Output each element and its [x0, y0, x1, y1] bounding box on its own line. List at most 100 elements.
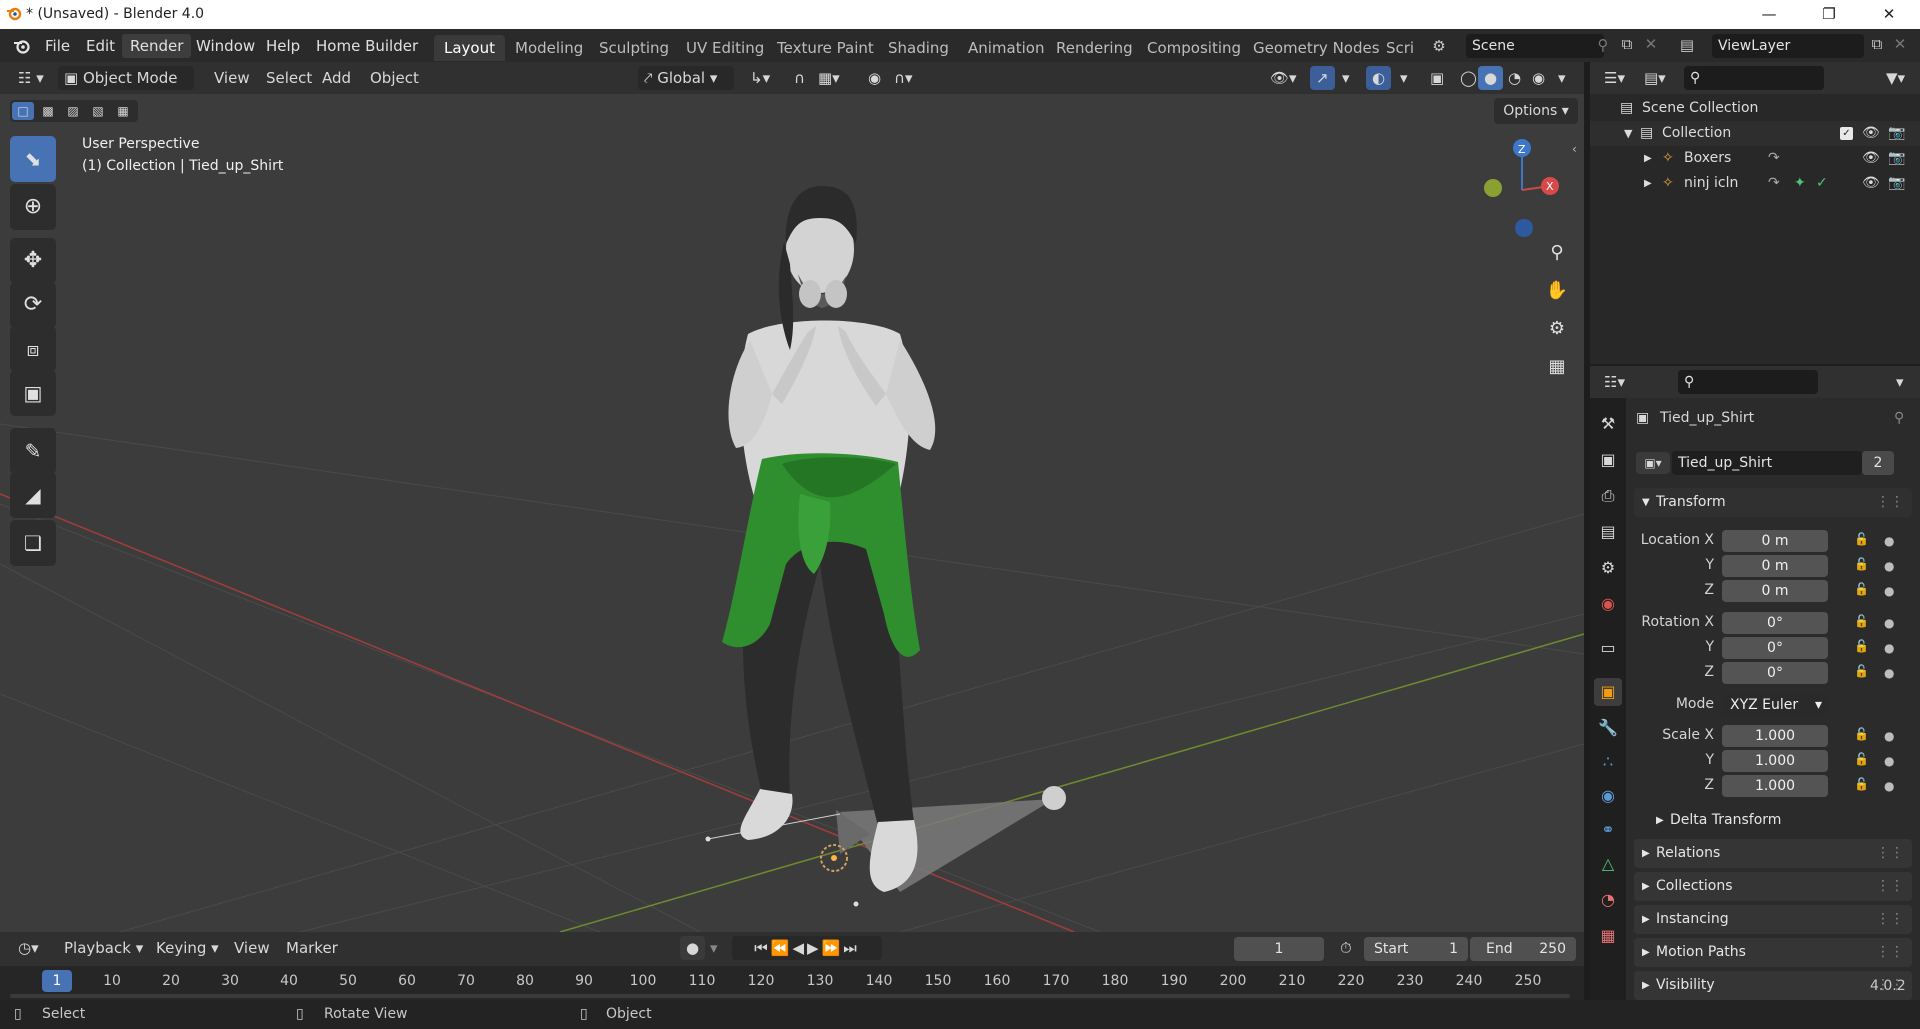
menu-marker[interactable]: Marker	[280, 936, 344, 960]
texture-tab-icon[interactable]: ▦	[1594, 922, 1622, 950]
camera-view-icon[interactable]: ⚙	[1540, 312, 1574, 346]
drag-handle-icon[interactable]: ⋮⋮	[1876, 938, 1904, 967]
tab-geometry-nodes[interactable]: Geometry Nodes	[1243, 35, 1390, 61]
users-count[interactable]: 2	[1862, 451, 1894, 475]
lock-icon[interactable]: 🔓	[1854, 777, 1869, 791]
gizmo-toggle-icon[interactable]: ↗	[1310, 66, 1335, 90]
menu-add[interactable]: Add	[316, 66, 357, 90]
object-origin-marker[interactable]	[820, 844, 848, 872]
keying-dropdown-icon[interactable]: ▾	[704, 936, 724, 960]
jump-keyframe-back-icon[interactable]: ⏪	[771, 939, 793, 957]
camera-icon[interactable]: 📷	[1888, 171, 1905, 196]
lock-icon[interactable]: 🔓	[1854, 557, 1869, 571]
expand-arrow-icon[interactable]: ▶	[1644, 146, 1652, 171]
tab-modeling[interactable]: Modeling	[505, 35, 593, 61]
menu-keying[interactable]: Keying ▾	[150, 936, 225, 960]
outliner-row-boxers[interactable]: ▶ ✧ Boxers ↷ 👁 📷	[1590, 146, 1920, 171]
collection-tab-icon[interactable]: ▭	[1594, 634, 1622, 662]
particles-tab-icon[interactable]: ∴	[1594, 748, 1622, 776]
zoom-icon[interactable]: ⚲	[1540, 236, 1574, 270]
keyframe-dot-icon[interactable]: ●	[1884, 641, 1894, 655]
menu-window[interactable]: Window	[188, 34, 263, 58]
menu-edit[interactable]: Edit	[78, 34, 123, 58]
timeline-editor-type-icon[interactable]: ◷▾	[12, 936, 45, 960]
jump-start-icon[interactable]: ⏮	[754, 939, 771, 957]
transform-panel-header[interactable]: ▼ Transform ⋮⋮	[1634, 488, 1912, 517]
camera-icon[interactable]: 📷	[1888, 121, 1905, 146]
drag-handle-icon[interactable]: ⋮⋮	[1876, 488, 1904, 517]
keyframe-dot-icon[interactable]: ●	[1884, 666, 1894, 680]
scene-tab-icon[interactable]: ⚙	[1594, 554, 1622, 582]
snap-target-icon[interactable]: ▦▾	[812, 66, 846, 90]
snap-toggle-icon[interactable]: ∩	[788, 66, 811, 90]
location-z-field[interactable]: 0 m	[1722, 580, 1828, 602]
keyframe-dot-icon[interactable]: ●	[1884, 779, 1894, 793]
character-model[interactable]	[722, 186, 936, 892]
eye-icon[interactable]: 👁	[1862, 121, 1880, 146]
expand-arrow-icon[interactable]: ▶	[1644, 171, 1652, 196]
properties-search-input[interactable]: ⚲	[1678, 370, 1818, 394]
rotation-z-field[interactable]: 0°	[1722, 662, 1828, 684]
outliner-editor-type-icon[interactable]: ☰▾	[1598, 66, 1631, 90]
ortho-grid-icon[interactable]: ▦	[1540, 350, 1574, 384]
keyframe-dot-icon[interactable]: ●	[1884, 559, 1894, 573]
blender-menu-icon[interactable]	[12, 37, 32, 55]
tab-sculpting[interactable]: Sculpting	[589, 35, 679, 61]
constraints-tab-icon[interactable]: ⚭	[1594, 816, 1622, 844]
menu-render[interactable]: Render	[122, 34, 192, 58]
measure-icon[interactable]: ◢	[10, 472, 56, 518]
drag-handle-icon[interactable]: ⋮⋮	[1876, 839, 1904, 868]
data-selector-icon[interactable]: ▣▾	[1636, 452, 1670, 474]
stopwatch-icon[interactable]: ⏱	[1334, 936, 1358, 960]
timeline-ruler[interactable]: 1 10 20 30 40 50 60 70 80 90 100 110 120…	[0, 966, 1584, 1000]
add-cube-icon[interactable]: ❏	[10, 520, 56, 566]
keyframe-dot-icon[interactable]: ●	[1884, 754, 1894, 768]
shading-solid-icon[interactable]: ●	[1478, 66, 1504, 90]
close-icon[interactable]: ✕	[1860, 0, 1918, 29]
menu-view[interactable]: View	[208, 66, 256, 90]
menu-file[interactable]: File	[37, 34, 78, 58]
delete-viewlayer-icon[interactable]: ✕	[1890, 35, 1910, 53]
tab-rendering[interactable]: Rendering	[1046, 35, 1143, 61]
tool-tab-icon[interactable]: ⚒	[1594, 410, 1622, 438]
lock-icon[interactable]: 🔓	[1854, 752, 1869, 766]
outliner-row-collection[interactable]: ▼ ▤ Collection ✓ 👁 📷	[1590, 121, 1920, 146]
outliner-row-ninj-icln[interactable]: ▶ ✧ ninj icln ↷ ✦ ✓ 👁 📷	[1590, 171, 1920, 196]
lock-icon[interactable]: 🔓	[1854, 614, 1869, 628]
move-icon[interactable]: ✥	[10, 238, 56, 284]
rotation-mode-selector[interactable]: XYZ Euler ▾	[1722, 694, 1828, 716]
rotation-x-field[interactable]: 0°	[1722, 612, 1828, 634]
relations-panel[interactable]: ▶ Relations ⋮⋮	[1634, 839, 1912, 868]
pan-hand-icon[interactable]: ✋	[1540, 274, 1574, 308]
scene-icon[interactable]: ⚙	[1428, 37, 1450, 55]
overlay-toggle-icon[interactable]: ◐	[1366, 66, 1392, 90]
shading-rendered-icon[interactable]: ◉	[1526, 66, 1551, 90]
auto-keying-icon[interactable]: ●	[680, 936, 706, 960]
data-tab-icon[interactable]: △	[1594, 850, 1622, 878]
view-layer-tab-icon[interactable]: ▤	[1594, 518, 1622, 546]
location-y-field[interactable]: 0 m	[1722, 555, 1828, 577]
scale-icon[interactable]: ⧈	[10, 326, 56, 372]
menu-help[interactable]: Help	[258, 34, 308, 58]
scale-x-field[interactable]: 1.000	[1722, 725, 1828, 747]
options-button[interactable]: Options ▾	[1494, 98, 1578, 124]
restore-icon[interactable]: ❐	[1800, 0, 1858, 29]
tab-layout[interactable]: Layout	[434, 35, 505, 61]
pin-icon[interactable]: ⚲	[1894, 410, 1904, 426]
filter-icon[interactable]: ▼▾	[1880, 66, 1911, 90]
collections-panel[interactable]: ▶ Collections ⋮⋮	[1634, 872, 1912, 901]
start-frame-field[interactable]: Start 1	[1364, 937, 1468, 961]
timeline-scrollbar[interactable]	[10, 994, 1570, 998]
current-frame-field[interactable]: 1	[1234, 937, 1324, 961]
mode-selector[interactable]: ▣ Object Mode ▾	[58, 66, 194, 111]
lock-icon[interactable]: 🔓	[1854, 532, 1869, 546]
object-name-field[interactable]: Tied_up_Shirt	[1672, 451, 1862, 475]
world-tab-icon[interactable]: ◉	[1594, 590, 1622, 618]
select-invert-icon[interactable]: ▧	[87, 102, 109, 120]
jump-keyframe-forward-icon[interactable]: ⏩	[822, 939, 844, 957]
lock-icon[interactable]: 🔓	[1854, 664, 1869, 678]
shading-dropdown-icon[interactable]: ▾	[1552, 66, 1572, 90]
instancing-panel[interactable]: ▶ Instancing ⋮⋮	[1634, 905, 1912, 934]
new-scene-icon[interactable]: ⧉	[1616, 35, 1638, 53]
lock-icon[interactable]: 🔓	[1854, 727, 1869, 741]
